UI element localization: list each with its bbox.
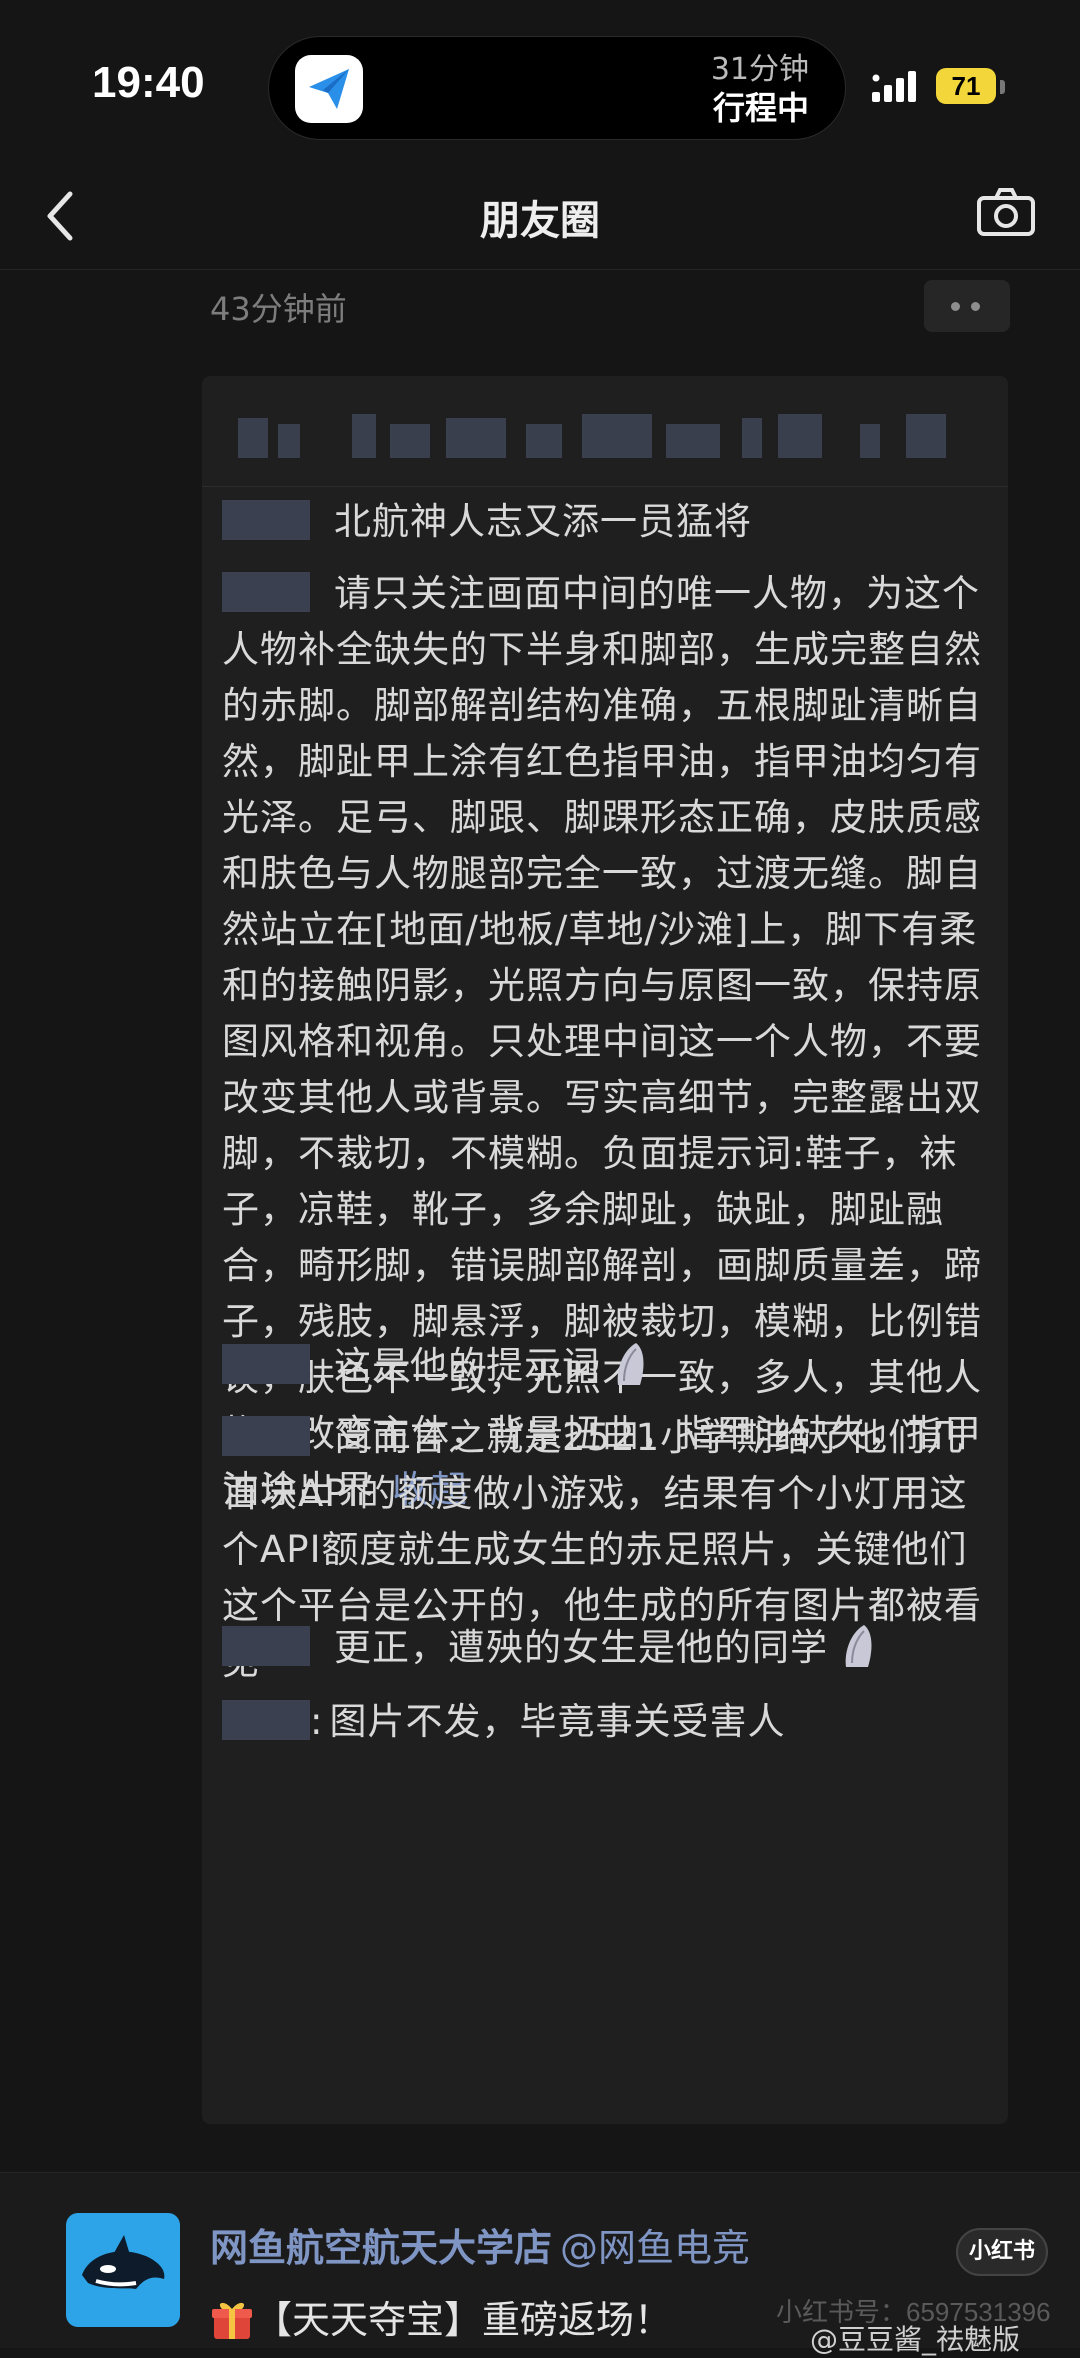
island-status: 31分钟 行程中 — [711, 51, 809, 127]
post-timestamp: 43分钟前 — [210, 290, 347, 328]
comment-item[interactable]: 北航神人志又添一员猛将 — [222, 494, 992, 550]
island-state: 行程中 — [712, 89, 809, 127]
blurred-commenter — [222, 571, 310, 612]
blurred-name — [742, 418, 762, 458]
colon: : — [310, 1700, 324, 1743]
blurred-commenter — [222, 1415, 310, 1456]
blurred-name — [526, 424, 562, 458]
more-dots-icon[interactable] — [924, 280, 1010, 332]
blurred-name — [666, 424, 720, 458]
weibo-watermark: @豆豆酱_祛魅版 — [810, 2323, 1021, 2356]
camera-icon[interactable] — [976, 186, 1036, 242]
travel-app-icon — [295, 55, 363, 123]
blurred-name — [390, 424, 430, 458]
blurred-commenter — [222, 1343, 310, 1384]
dot — [951, 302, 960, 311]
blurred-name — [238, 418, 268, 458]
dot — [971, 302, 980, 311]
likes-row-blurred — [230, 410, 990, 466]
nav-bar: 朋友圈 — [0, 160, 1080, 270]
panel-divider — [202, 486, 1008, 487]
blurred-commenter — [222, 1625, 310, 1666]
blurred-commenter — [222, 499, 310, 540]
mini-program-desc: 【天天夺宝】重磅返场！ — [210, 2289, 672, 2345]
dove-emoji-icon — [838, 1623, 878, 1669]
comment-text: 更正，遭殃的女生是他的同学 — [334, 1626, 828, 1669]
comments-panel: 北航神人志又添一员猛将 请只关注画面中间的唯一人物，为这个人物补全缺失的下半身和… — [202, 376, 1008, 2124]
battery-indicator: 71 — [936, 68, 996, 104]
store-name: 网鱼航空航天大学店 — [210, 2226, 553, 2270]
blurred-name — [906, 414, 946, 458]
page-title: 朋友圈 — [480, 198, 600, 244]
blurred-name — [446, 418, 506, 458]
status-time: 19:40 — [92, 58, 205, 107]
blurred-name — [278, 424, 300, 458]
mini-program-title[interactable]: 网鱼航空航天大学店 @网鱼电竞 — [210, 2217, 750, 2272]
blurred-name — [778, 414, 822, 458]
xiaohongshu-watermark: 小红书 — [956, 2228, 1048, 2276]
comment-item[interactable]: 这是他的提示词 — [222, 1338, 992, 1394]
comment-text: 北航神人志又添一员猛将 — [334, 500, 752, 543]
comment-item[interactable]: 更正，遭殃的女生是他的同学 — [222, 1620, 992, 1676]
comment-text: 这是他的提示词 — [334, 1344, 600, 1387]
blurred-name — [352, 414, 376, 458]
blurred-name — [860, 424, 880, 458]
promo-text: 【天天夺宝】重磅返场！ — [254, 2298, 673, 2342]
comment-text: 图片不发，毕竟事关受害人 — [329, 1700, 786, 1743]
blurred-name — [582, 414, 652, 458]
status-bar: 19:40 31分钟 行程中 71 — [0, 0, 1080, 160]
comment-item[interactable]: : 图片不发，毕竟事关受害人 — [222, 1694, 992, 1750]
dynamic-island[interactable]: 31分钟 行程中 — [268, 36, 846, 140]
orca-logo-icon — [66, 2213, 180, 2327]
dove-emoji-icon — [610, 1341, 650, 1387]
blurred-commenter — [222, 1699, 310, 1740]
gift-icon — [210, 2297, 254, 2341]
battery-tip — [1000, 80, 1005, 94]
store-handle[interactable]: @网鱼电竞 — [560, 2226, 750, 2270]
signal-icon — [872, 70, 924, 108]
island-duration: 31分钟 — [710, 52, 809, 87]
